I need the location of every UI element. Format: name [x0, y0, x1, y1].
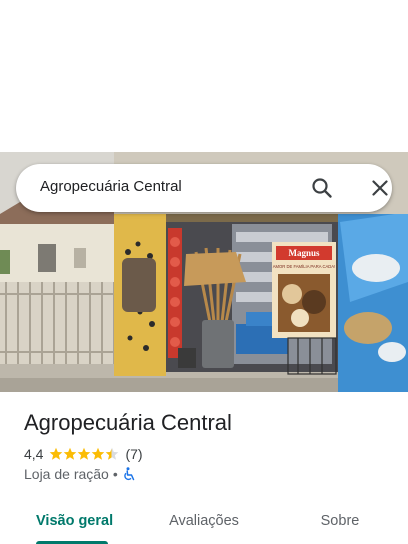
place-title: Agropecuária Central [24, 410, 232, 435]
rating-row[interactable]: 4,4 (7) [24, 445, 143, 463]
place-info-panel: Agropecuária Central 4,4 (7) Loja de raç… [0, 392, 408, 544]
tab-about[interactable]: Sobre [272, 497, 408, 544]
poster-title: Magnus [288, 248, 320, 258]
tab-reviews-label: Avaliações [169, 512, 239, 529]
poster-subtitle: AMOR DE FAMÍLIA PARA CADA! [273, 264, 336, 269]
tab-overview[interactable]: Visão geral [0, 497, 136, 544]
tab-about-label: Sobre [320, 512, 360, 529]
map-blank-area [0, 0, 408, 152]
stars-icon [50, 447, 119, 460]
separator-dot: • [112, 466, 118, 482]
search-icon[interactable] [310, 176, 334, 200]
category-row: Loja de ração • [24, 465, 136, 483]
review-count[interactable]: (7) [125, 446, 142, 462]
place-category: Loja de ração [24, 466, 109, 482]
tab-overview-label: Visão geral [36, 512, 114, 529]
search-query-text[interactable]: Agropecuária Central [40, 178, 182, 195]
tab-reviews[interactable]: Avaliações [136, 497, 272, 544]
close-icon[interactable] [368, 176, 392, 200]
wheelchair-icon [122, 467, 136, 481]
search-bar[interactable]: Agropecuária Central [16, 164, 392, 212]
place-tabs: Visão geral Avaliações Sobre [0, 497, 408, 544]
rating-value: 4,4 [24, 446, 44, 462]
star-rating [49, 447, 119, 461]
